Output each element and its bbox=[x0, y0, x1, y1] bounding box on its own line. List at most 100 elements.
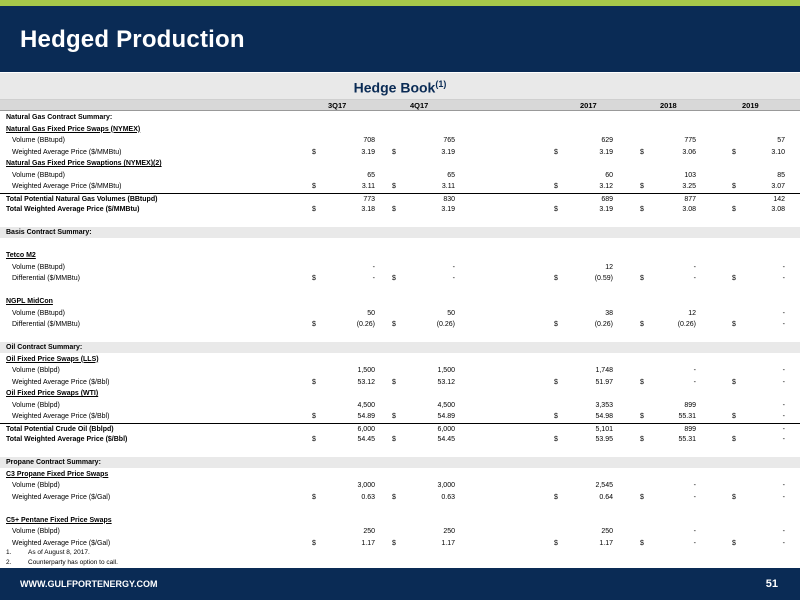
dollar-sign: $ bbox=[392, 275, 396, 282]
table-cell: (0.26) bbox=[677, 321, 696, 328]
table-cell: - bbox=[782, 367, 785, 374]
row-label: Weighted Average Price ($/Gal) bbox=[12, 539, 111, 547]
table-row: Oil Fixed Price Swaps (LLS) bbox=[0, 354, 800, 365]
page-number: 51 bbox=[765, 578, 778, 590]
table-row: Differential ($/MMBtu) $ - $ - $ (0.59) $ - $ - bbox=[0, 273, 800, 284]
table-cell: - bbox=[782, 275, 785, 282]
table-cell: 2,545 bbox=[595, 482, 613, 489]
table-row: Volume (BBtupd) - - 12 - - bbox=[0, 262, 800, 273]
row-label: Weighted Average Price ($/Gal) bbox=[12, 493, 111, 501]
table-cell: - bbox=[693, 539, 696, 547]
dollar-sign: $ bbox=[312, 275, 316, 282]
dollar-sign: $ bbox=[732, 413, 736, 420]
row-label: Total Weighted Average Price ($/Bbl) bbox=[6, 436, 128, 443]
row-label: NGPL MidCon bbox=[6, 298, 53, 305]
table-cell: 53.95 bbox=[595, 436, 613, 443]
table-row: Natural Gas Contract Summary: bbox=[0, 112, 800, 123]
footnote: 2. Counterparty has option to call. bbox=[6, 558, 118, 568]
table-cell: 3.11 bbox=[441, 183, 455, 190]
dollar-sign: $ bbox=[312, 206, 316, 213]
dollar-sign: $ bbox=[312, 493, 316, 501]
row-label: Propane Contract Summary: bbox=[6, 459, 101, 466]
footnote: 1. As of August 8, 2017. bbox=[6, 548, 118, 558]
table-cell: 55.31 bbox=[678, 436, 696, 443]
table-row: Basis Contract Summary: bbox=[0, 227, 800, 238]
table-cell: - bbox=[782, 413, 785, 420]
table-cell: 765 bbox=[443, 137, 455, 144]
table-row: Weighted Average Price ($/Bbl) $54.89 $54.… bbox=[0, 411, 800, 422]
row-label: C3 Propane Fixed Price Swaps bbox=[6, 470, 109, 478]
dollar-sign: $ bbox=[732, 206, 736, 213]
table-cell: 3.10 bbox=[771, 148, 785, 156]
row-label: C5+ Pentane Fixed Price Swaps bbox=[6, 516, 112, 524]
dollar-sign: $ bbox=[640, 378, 644, 386]
slide-footer: WWW.GULFPORTENERGY.COM 51 bbox=[0, 568, 800, 600]
table-row: Volume (Bblpd) 4,500 4,500 3,353 899 - bbox=[0, 400, 800, 411]
table-cell: 0.63 bbox=[361, 493, 375, 501]
table-cell: 3,353 bbox=[595, 401, 613, 409]
table-cell: (0.26) bbox=[594, 321, 613, 328]
dollar-sign: $ bbox=[312, 378, 316, 386]
table-row bbox=[0, 285, 800, 296]
table-cell: 1,500 bbox=[357, 367, 375, 374]
table-cell: - bbox=[782, 309, 785, 317]
row-label: Volume (BBtupd) bbox=[12, 137, 65, 144]
table-cell: - bbox=[782, 263, 785, 271]
table-cell: 55.31 bbox=[678, 413, 696, 420]
table-row: Volume (Bblpd) 3,000 3,000 2,545 - - bbox=[0, 480, 800, 491]
row-label: Tetco M2 bbox=[6, 252, 36, 259]
table-cell: 0.64 bbox=[599, 493, 613, 501]
table-row: Propane Contract Summary: bbox=[0, 457, 800, 468]
table-cell: 0.63 bbox=[441, 493, 455, 501]
dollar-sign: $ bbox=[732, 539, 736, 547]
dollar-sign: $ bbox=[640, 321, 644, 328]
table-row: Oil Contract Summary: bbox=[0, 342, 800, 353]
table-cell: 3.19 bbox=[361, 148, 375, 156]
dollar-sign: $ bbox=[732, 436, 736, 443]
table-cell: - bbox=[372, 263, 375, 271]
page-title: Hedged Production bbox=[20, 26, 245, 53]
table-row: Total Weighted Average Price ($/Bbl) $54.… bbox=[0, 434, 800, 445]
table-cell: 54.45 bbox=[357, 436, 375, 443]
table-cell: - bbox=[693, 263, 696, 271]
column-header: 2018 bbox=[660, 101, 677, 110]
dollar-sign: $ bbox=[554, 321, 558, 328]
table-cell: (0.26) bbox=[436, 321, 455, 328]
dollar-sign: $ bbox=[392, 183, 396, 190]
table-cell: 12 bbox=[688, 309, 696, 317]
hedge-book-title: Hedge Book(1) bbox=[0, 79, 800, 96]
row-label: Volume (Bblpd) bbox=[12, 401, 60, 409]
website-link[interactable]: WWW.GULFPORTENERGY.COM bbox=[20, 579, 158, 589]
row-label: Natural Gas Contract Summary: bbox=[6, 114, 113, 121]
table-cell: (0.59) bbox=[594, 275, 613, 282]
column-header: 4Q17 bbox=[410, 101, 429, 110]
table-row: Volume (BBtupd) 65 65 60 103 85 bbox=[0, 170, 800, 181]
table-cell: 5,101 bbox=[595, 425, 613, 433]
dollar-sign: $ bbox=[392, 206, 396, 213]
dollar-sign: $ bbox=[392, 148, 396, 156]
table-cell: 3.18 bbox=[361, 206, 375, 213]
table-cell: 1.17 bbox=[441, 539, 455, 547]
table-cell: 1,500 bbox=[437, 367, 455, 374]
slide-header: Hedged Production bbox=[0, 6, 800, 72]
table-cell: 773 bbox=[363, 195, 375, 203]
table-cell: 60 bbox=[605, 171, 613, 179]
column-header-row: 3Q17 4Q17 2017 2018 2019 bbox=[0, 100, 800, 111]
table-cell: - bbox=[693, 275, 696, 282]
table-cell: 1.17 bbox=[599, 539, 613, 547]
table-row: Weighted Average Price ($/MMBtu) $3.11 $3.… bbox=[0, 181, 800, 192]
row-label: Volume (BBtupd) bbox=[12, 263, 65, 271]
table-cell: 250 bbox=[443, 528, 455, 535]
table-cell: 250 bbox=[363, 528, 375, 535]
table-cell: 4,500 bbox=[437, 401, 455, 409]
table-cell: 4,500 bbox=[357, 401, 375, 409]
row-label: Differential ($/MMBtu) bbox=[12, 275, 80, 282]
table-cell: 6,000 bbox=[437, 425, 455, 433]
table-cell: - bbox=[782, 425, 785, 433]
dollar-sign: $ bbox=[554, 413, 558, 420]
table-cell: 3.06 bbox=[682, 148, 696, 156]
table-cell: 54.89 bbox=[437, 413, 455, 420]
row-label: Total Potential Natural Gas Volumes (BBt… bbox=[6, 195, 158, 203]
table-cell: 3,000 bbox=[357, 482, 375, 489]
dollar-sign: $ bbox=[554, 436, 558, 443]
